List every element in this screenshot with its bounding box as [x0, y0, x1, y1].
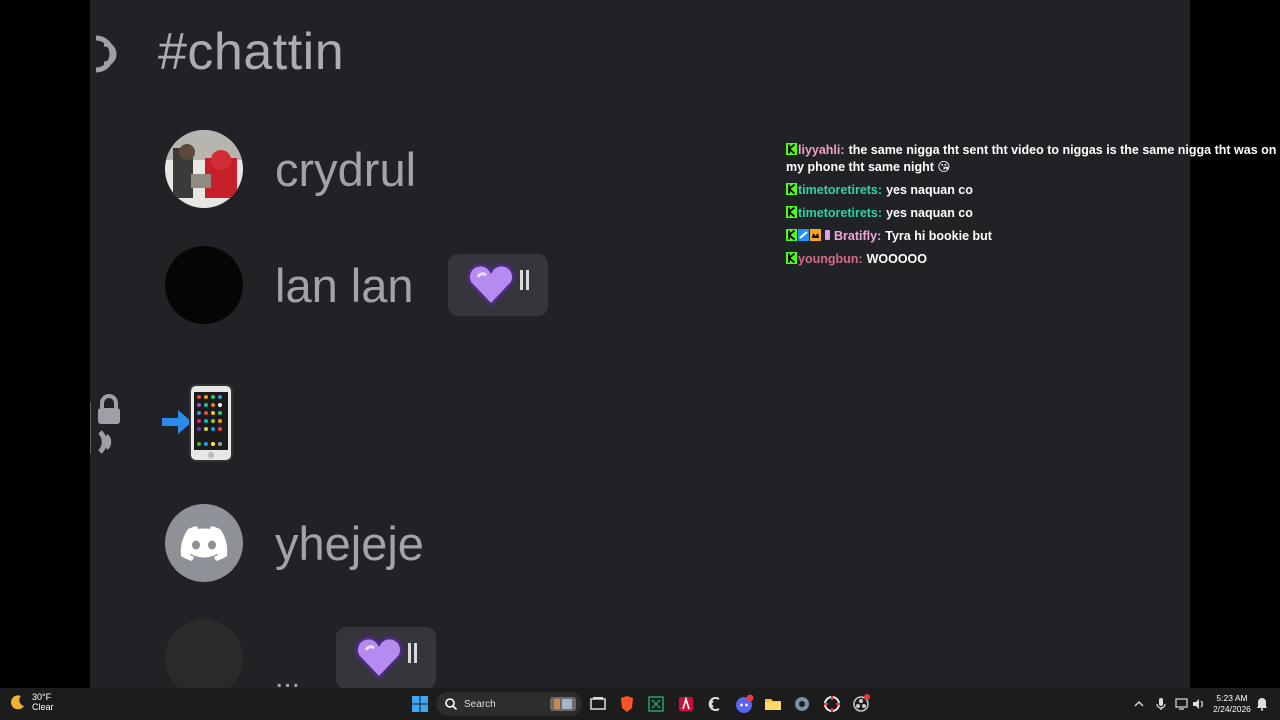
- voice-user-row[interactable]: lan lan: [165, 245, 548, 325]
- chat-username[interactable]: youngbun: [798, 252, 858, 266]
- moon-icon: [11, 695, 24, 710]
- discord-voice-panel: #chattin crydrul lan lan yhejeje ...: [90, 0, 1190, 688]
- username: yhejeje: [275, 516, 424, 570]
- kick-badge-icon: [786, 229, 797, 241]
- search-label: Search: [464, 698, 496, 710]
- chat-username[interactable]: timetoretirets: [798, 206, 878, 220]
- chat-overlay: liyyahli: the same nigga tht sent tht vid…: [786, 142, 1280, 274]
- username: ...: [275, 661, 301, 688]
- notification-bell-icon[interactable]: [1256, 697, 1268, 711]
- weather-condition: Clear: [32, 702, 54, 712]
- kick-badge-icon: [786, 143, 797, 155]
- avatar: [165, 246, 243, 324]
- app-back-icon[interactable]: [705, 694, 725, 714]
- clock-date: 2/24/2026: [1213, 704, 1251, 714]
- chat-colon: :: [877, 183, 883, 197]
- volume-icon[interactable]: [1191, 697, 1205, 711]
- pause-icon: [519, 270, 530, 290]
- crown-badge-icon: [810, 229, 821, 241]
- chat-text: yes naquan co: [886, 206, 973, 220]
- channel-name[interactable]: #chattin: [158, 22, 344, 82]
- voice-channel-icon: [95, 35, 117, 73]
- windows-start-icon[interactable]: [410, 694, 430, 714]
- sub-badge-icon: [798, 229, 809, 241]
- discord-icon[interactable]: [734, 694, 754, 714]
- microphone-icon[interactable]: [1154, 697, 1168, 711]
- chat-message: timetoretirets: yes naquan co: [786, 205, 1280, 222]
- username: lan lan: [275, 258, 414, 312]
- chat-colon: :: [858, 252, 863, 266]
- excel-icon[interactable]: [646, 694, 666, 714]
- chat-text: WOOOOO: [866, 252, 927, 266]
- chat-message: Bratifly: Tyra hi bookie but: [786, 228, 1280, 245]
- chat-colon: :: [840, 143, 845, 157]
- chat-message: youngbun: WOOOOO: [786, 251, 1280, 268]
- taskbar-search[interactable]: Search: [436, 692, 582, 716]
- weather-widget[interactable]: 30°F Clear: [10, 692, 54, 712]
- chat-message: liyyahli: the same nigga tht sent tht vid…: [786, 142, 1280, 176]
- voice-user-row[interactable]: yhejeje: [165, 503, 424, 583]
- chat-colon: :: [877, 206, 883, 220]
- search-highlight-icon: [550, 697, 576, 711]
- chat-colon: :: [877, 229, 882, 243]
- chevron-up-icon[interactable]: [1133, 698, 1145, 710]
- kick-badge-icon: [786, 183, 797, 195]
- pause-icon: [408, 643, 418, 663]
- capture-icon[interactable]: [822, 694, 842, 714]
- avatar: [165, 130, 243, 208]
- gift-badge-icon: [825, 230, 830, 240]
- file-explorer-icon[interactable]: [763, 694, 783, 714]
- chat-message: timetoretirets: yes naquan co: [786, 182, 1280, 199]
- avatar: [165, 504, 243, 582]
- brave-browser-icon[interactable]: [617, 694, 637, 714]
- kick-badge-icon: [786, 206, 797, 218]
- activity-badge[interactable]: [447, 254, 548, 316]
- activity-badge[interactable]: [336, 627, 437, 688]
- chat-text: Tyra hi bookie but: [885, 229, 992, 243]
- clock-time: 5:23 AM: [1216, 693, 1248, 703]
- avatar: [165, 619, 243, 688]
- purple-heart-icon: [354, 636, 404, 680]
- chat-username[interactable]: timetoretirets: [798, 183, 878, 197]
- chat-username[interactable]: liyyahli: [798, 143, 840, 157]
- locked-voice-channel-icon: [90, 394, 120, 454]
- network-icon[interactable]: [1174, 697, 1190, 711]
- app-red-icon[interactable]: [676, 694, 696, 714]
- discord-logo-icon: [180, 526, 228, 561]
- task-view-icon[interactable]: [588, 694, 608, 714]
- voice-user-row[interactable]: ...: [165, 618, 437, 688]
- mobile-phone-arrow-icon: [162, 384, 233, 462]
- chat-text: yes naquan co: [886, 183, 973, 197]
- weather-temp: 30°F: [32, 692, 52, 702]
- purple-heart-icon: [466, 263, 515, 307]
- kick-badge-icon: [786, 252, 797, 264]
- taskbar-clock[interactable]: 5:23 AM 2/24/2026: [1206, 693, 1258, 715]
- obs-icon[interactable]: [851, 694, 871, 714]
- taskbar: 30°F Clear Search 5:23 AM 2/24/2026: [0, 688, 1280, 720]
- chat-text: the same nigga tht sent tht video to nig…: [786, 143, 1277, 174]
- settings-icon[interactable]: [792, 694, 812, 714]
- search-icon: [445, 698, 458, 711]
- voice-user-row[interactable]: crydrul: [165, 129, 416, 209]
- username: crydrul: [275, 142, 417, 196]
- chat-username[interactable]: Bratifly: [834, 229, 877, 243]
